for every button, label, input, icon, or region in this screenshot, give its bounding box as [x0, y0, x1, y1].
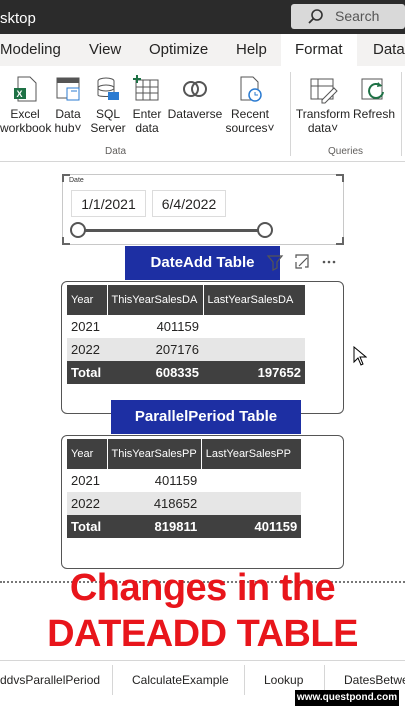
- total-row: Total 819811 401159: [67, 515, 302, 538]
- page-tab[interactable]: CalculateExample: [132, 673, 229, 687]
- tab-modeling[interactable]: Modeling: [0, 41, 61, 58]
- sql-server-icon: [97, 77, 119, 100]
- sql-server-button[interactable]: SQL Server: [88, 74, 128, 135]
- resize-handle[interactable]: [62, 237, 70, 245]
- tab-divider: [112, 665, 113, 695]
- start-date-input[interactable]: 1/1/2021: [71, 190, 146, 217]
- refresh-button[interactable]: Refresh: [352, 74, 396, 121]
- enter-data-icon: [133, 75, 159, 101]
- group-divider: [290, 72, 291, 156]
- table-header-row: Year ThisYearSalesPP LastYearSalesPP: [67, 439, 302, 469]
- excel-workbook-button[interactable]: X Excel workbook: [0, 74, 51, 135]
- refresh-icon: [361, 78, 384, 100]
- mouse-cursor-icon: [353, 346, 367, 366]
- date-slicer[interactable]: Date 1/1/2021 6/4/2022: [62, 174, 344, 245]
- svg-text:X: X: [17, 89, 23, 99]
- end-date-input[interactable]: 6/4/2022: [152, 190, 226, 217]
- ribbon: X Excel workbook Data hub˅ SQL Server En…: [0, 66, 405, 162]
- data-hub-button[interactable]: Data hub˅: [50, 74, 86, 135]
- more-options-icon[interactable]: [322, 260, 336, 264]
- column-header[interactable]: LastYearSalesDA: [203, 285, 306, 315]
- column-header[interactable]: Year: [67, 439, 108, 469]
- table-row: 2022 418652: [67, 492, 302, 515]
- column-header[interactable]: Year: [67, 285, 108, 315]
- tab-optimize[interactable]: Optimize: [149, 41, 208, 58]
- transform-data-icon: [310, 78, 338, 104]
- filter-icon[interactable]: [266, 255, 284, 271]
- search-icon: [308, 9, 323, 24]
- tab-help[interactable]: Help: [236, 41, 267, 58]
- slider-start-handle[interactable]: [70, 222, 86, 238]
- tab-data[interactable]: Data: [373, 41, 405, 58]
- dataverse-icon: [183, 81, 207, 97]
- table-row: 2021 401159: [71, 319, 199, 334]
- slider-end-handle[interactable]: [257, 222, 273, 238]
- column-header[interactable]: LastYearSalesPP: [201, 439, 302, 469]
- focus-mode-icon[interactable]: [295, 254, 309, 269]
- column-header[interactable]: ThisYearSalesPP: [107, 439, 202, 469]
- table-header-row: Year ThisYearSalesDA LastYearSalesDA: [67, 285, 306, 315]
- transform-data-button[interactable]: Transform data˅: [294, 74, 352, 135]
- title-bar: sktop Search: [0, 0, 405, 34]
- slider-track[interactable]: [78, 229, 268, 232]
- tab-view[interactable]: View: [89, 41, 121, 58]
- page-tab[interactable]: DatesBetwe: [344, 673, 405, 687]
- ribbon-tabs: Modeling View Optimize Help Format Data: [0, 34, 405, 66]
- data-hub-icon: [56, 77, 80, 101]
- search-box[interactable]: Search: [291, 4, 405, 29]
- data-group-label: Data: [105, 146, 127, 157]
- tab-divider: [244, 665, 245, 695]
- slicer-label: Date: [69, 177, 84, 184]
- group-divider: [401, 72, 402, 156]
- search-label: Search: [335, 8, 380, 24]
- table-row: 2022 207176: [67, 338, 305, 361]
- resize-handle[interactable]: [336, 174, 344, 182]
- page-tab[interactable]: Lookup: [264, 673, 303, 687]
- caption-line-2: DATEADD TABLE: [47, 613, 358, 655]
- caption-line-1: Changes in the: [69, 567, 336, 609]
- dateadd-matrix: Year ThisYearSalesDA LastYearSalesDA 202…: [67, 285, 306, 384]
- parallelperiod-matrix: Year ThisYearSalesPP LastYearSalesPP 202…: [67, 439, 302, 538]
- dataverse-button[interactable]: Dataverse: [166, 74, 224, 121]
- watermark: www.questpond.com: [295, 690, 399, 706]
- enter-data-button[interactable]: Enter data: [130, 74, 164, 135]
- parallelperiod-table-title: ParallelPeriod Table: [111, 400, 301, 434]
- total-row: Total 608335 197652: [67, 361, 305, 384]
- column-header[interactable]: ThisYearSalesDA: [107, 285, 204, 315]
- table-row: 2021 401159: [71, 473, 198, 488]
- resize-handle[interactable]: [336, 237, 344, 245]
- page-tab[interactable]: ddvsParallelPeriod: [0, 673, 100, 687]
- excel-icon: X: [14, 76, 37, 102]
- recent-sources-button[interactable]: Recent sources˅: [222, 74, 278, 135]
- app-title: sktop: [0, 10, 36, 27]
- dateadd-table-title: DateAdd Table: [125, 246, 280, 280]
- recent-sources-icon: [240, 76, 262, 102]
- queries-group-label: Queries: [328, 146, 364, 157]
- tab-format[interactable]: Format: [281, 34, 357, 66]
- visual-header-icons: [266, 254, 336, 271]
